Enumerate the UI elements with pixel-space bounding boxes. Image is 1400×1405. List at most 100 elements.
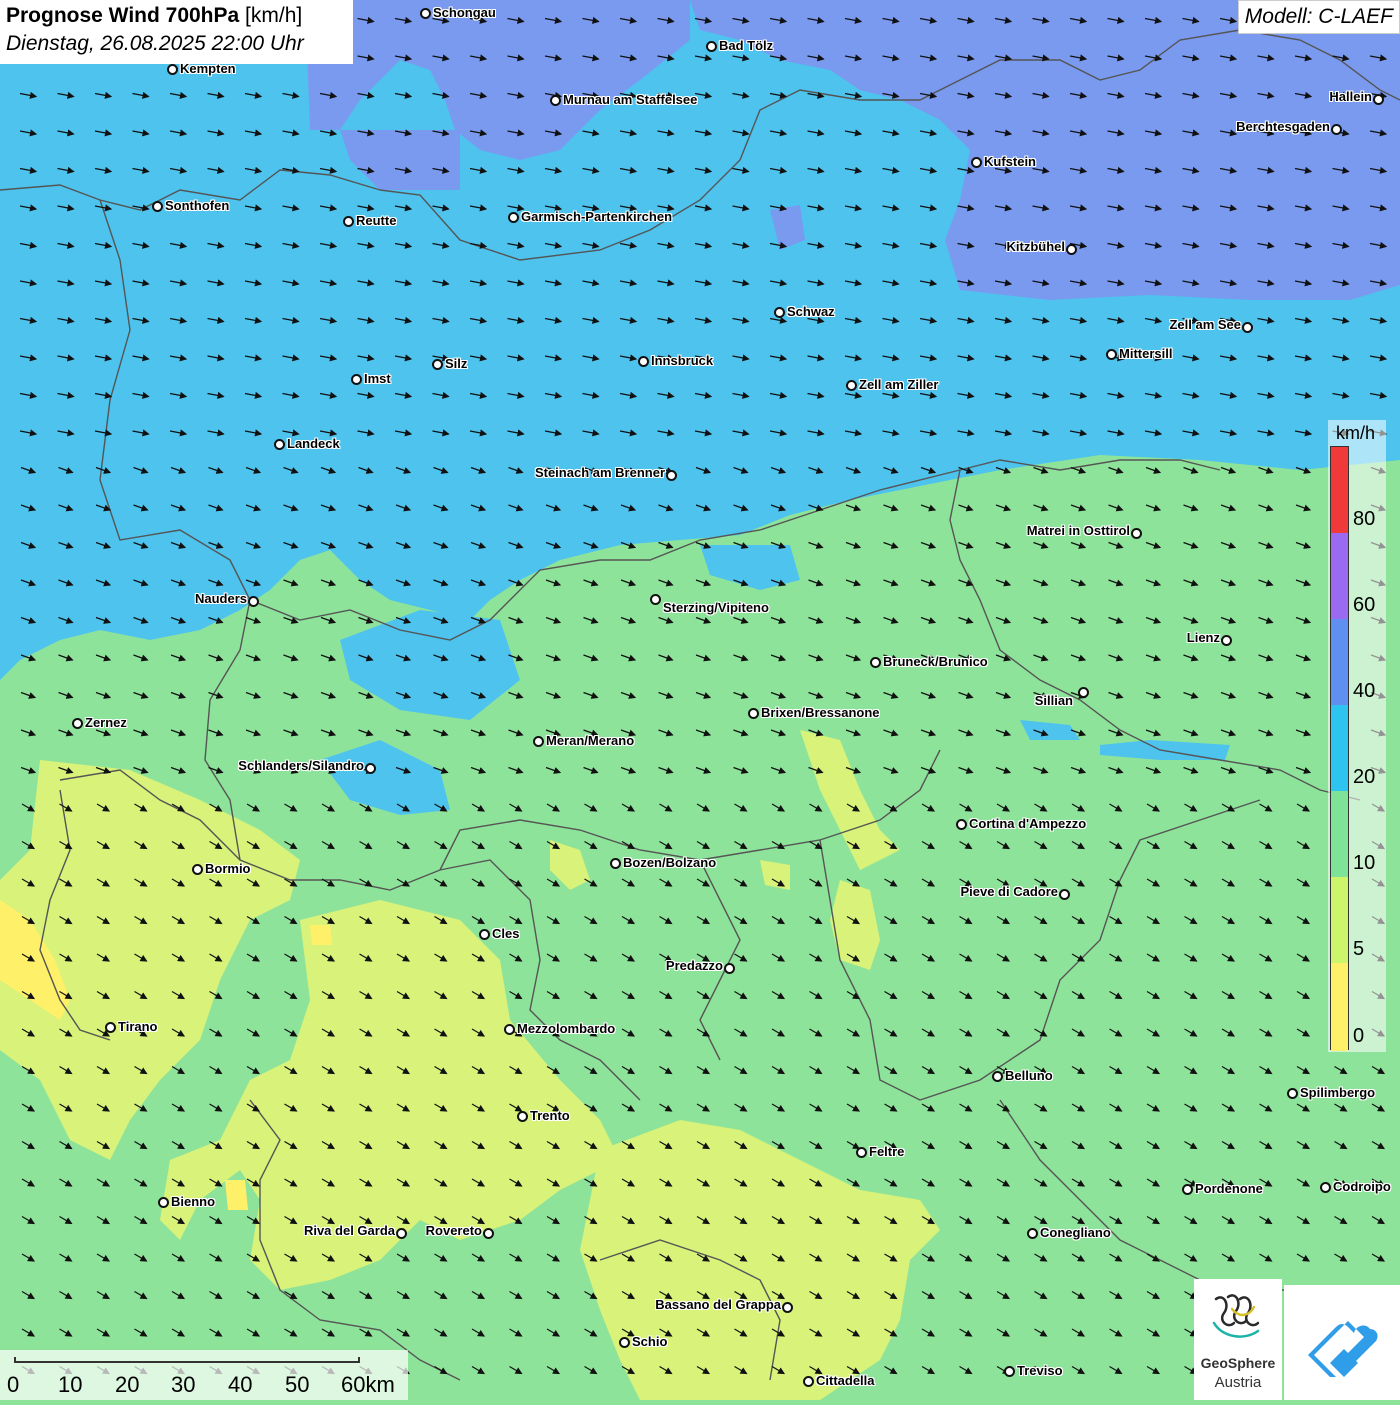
scale-label: 20 (115, 1372, 140, 1397)
city-label: Treviso (1017, 1363, 1063, 1378)
city-marker (1331, 124, 1342, 135)
city-label: Bormio (205, 861, 251, 876)
city-marker (351, 374, 362, 385)
city-label: Bienno (171, 1194, 216, 1209)
legend-tick-0: 0 (1353, 1025, 1365, 1047)
city-marker (1106, 349, 1117, 360)
city-marker (365, 763, 376, 774)
city-marker (1320, 1182, 1331, 1193)
city-marker (533, 736, 544, 747)
city-label: Bruneck/Brunico (883, 654, 988, 669)
city-label: Steinach am Brenner (534, 465, 665, 480)
city-marker (870, 657, 881, 668)
zone-calm (310, 925, 332, 945)
scale-bar: 0 10 20 30 40 50 60km (0, 1350, 408, 1400)
city-marker (152, 201, 163, 212)
legend-band-20 (1331, 705, 1348, 791)
title-box: Prognose Wind 700hPa [km/h] Dienstag, 26… (0, 0, 353, 64)
city-label: Schwaz (787, 304, 835, 319)
city-marker (856, 1147, 867, 1158)
geosphere-emblem-icon (1212, 1294, 1260, 1338)
city-label: Pordenone (1195, 1181, 1263, 1196)
city-label: Belluno (1005, 1068, 1053, 1083)
legend-band-40 (1331, 619, 1348, 705)
city-marker (432, 359, 443, 370)
city-marker (1182, 1184, 1193, 1195)
legend-tick-10: 10 (1353, 852, 1376, 874)
city-marker (105, 1022, 116, 1033)
geosphere-logo[interactable]: GeoSphere Austria (1194, 1279, 1282, 1400)
city-label: Kempten (180, 61, 236, 76)
legend-band-60 (1331, 533, 1348, 619)
city-label: Murnau am Staffelsee (563, 92, 698, 107)
city-label: Cittadella (816, 1373, 875, 1388)
color-legend: km/h 80 60 40 20 10 5 0 (1328, 420, 1386, 1052)
city-marker (724, 963, 735, 974)
city-label: Sillian (1034, 693, 1073, 708)
city-label: Cortina d'Ampezzo (969, 816, 1087, 831)
logo-line1: GeoSphere (1200, 1355, 1276, 1371)
city-marker (1004, 1366, 1015, 1377)
city-label: Zell am See (1169, 317, 1241, 332)
city-marker (650, 594, 661, 605)
city-marker (1373, 94, 1384, 105)
city-marker (748, 708, 759, 719)
city-marker (504, 1024, 515, 1035)
city-marker (1078, 687, 1089, 698)
city-label: Berchtesgaden (1236, 119, 1330, 134)
city-marker (72, 718, 83, 729)
city-label: Hallein (1329, 89, 1372, 104)
city-label: Predazzo (665, 958, 723, 973)
city-marker (1059, 889, 1070, 900)
city-label: Schlanders/Silandro (238, 758, 364, 773)
legend-unit: km/h (1336, 423, 1376, 443)
city-marker (1242, 322, 1253, 333)
legend-tick-80: 80 (1353, 508, 1376, 530)
city-marker (666, 470, 677, 481)
city-label: Zernez (85, 715, 127, 730)
city-label: Mittersill (1119, 346, 1173, 361)
title-main-text: Prognose Wind 700hPa (6, 4, 240, 27)
legend-tick-5: 5 (1353, 938, 1365, 960)
city-label: Tirano (118, 1019, 158, 1034)
city-marker (483, 1228, 494, 1239)
legend-tick-60: 60 (1353, 594, 1376, 616)
city-marker (1027, 1228, 1038, 1239)
city-label: Feltre (869, 1144, 905, 1159)
forecast-time: Dienstag, 26.08.2025 22:00 Uhr (6, 32, 304, 55)
city-label: Sterzing/Vipiteno (663, 600, 769, 615)
legend-band-5 (1331, 877, 1348, 963)
city-marker (1131, 528, 1142, 539)
city-label: Spilimbergo (1300, 1085, 1376, 1100)
city-marker (971, 157, 982, 168)
city-marker (343, 216, 354, 227)
legend-tick-20: 20 (1353, 766, 1376, 788)
city-label: Bozen/Bolzano (623, 855, 717, 870)
city-label: Pieve di Cadore (960, 884, 1058, 899)
city-marker (1287, 1088, 1298, 1099)
city-marker (248, 596, 259, 607)
city-marker (1221, 635, 1232, 646)
city-label: Bassano del Grappa (655, 1297, 781, 1312)
city-label: Conegliano (1040, 1225, 1111, 1240)
page-title: Prognose Wind 700hPa [km/h] (6, 2, 347, 30)
city-label: Innsbruck (651, 353, 714, 368)
zone-calm (225, 1180, 248, 1210)
scale-line (14, 1357, 360, 1363)
city-marker (274, 439, 285, 450)
city-marker (550, 95, 561, 106)
app-logo[interactable] (1284, 1285, 1400, 1400)
legend-band-10 (1331, 791, 1348, 877)
city-marker (167, 64, 178, 75)
city-marker (619, 1337, 630, 1348)
city-label: Silz (445, 356, 468, 371)
city-label: Trento (530, 1108, 570, 1123)
legend-band-0 (1331, 963, 1348, 1051)
city-label: Garmisch-Partenkirchen (521, 209, 673, 224)
city-label: Meran/Merano (546, 733, 635, 748)
scale-label: 40 (228, 1372, 253, 1397)
city-label: Rovereto (425, 1223, 482, 1238)
city-label: Codroipo (1333, 1179, 1391, 1194)
city-label: Reutte (356, 213, 397, 228)
model-label: Modell: C-LAEF (1237, 0, 1400, 34)
